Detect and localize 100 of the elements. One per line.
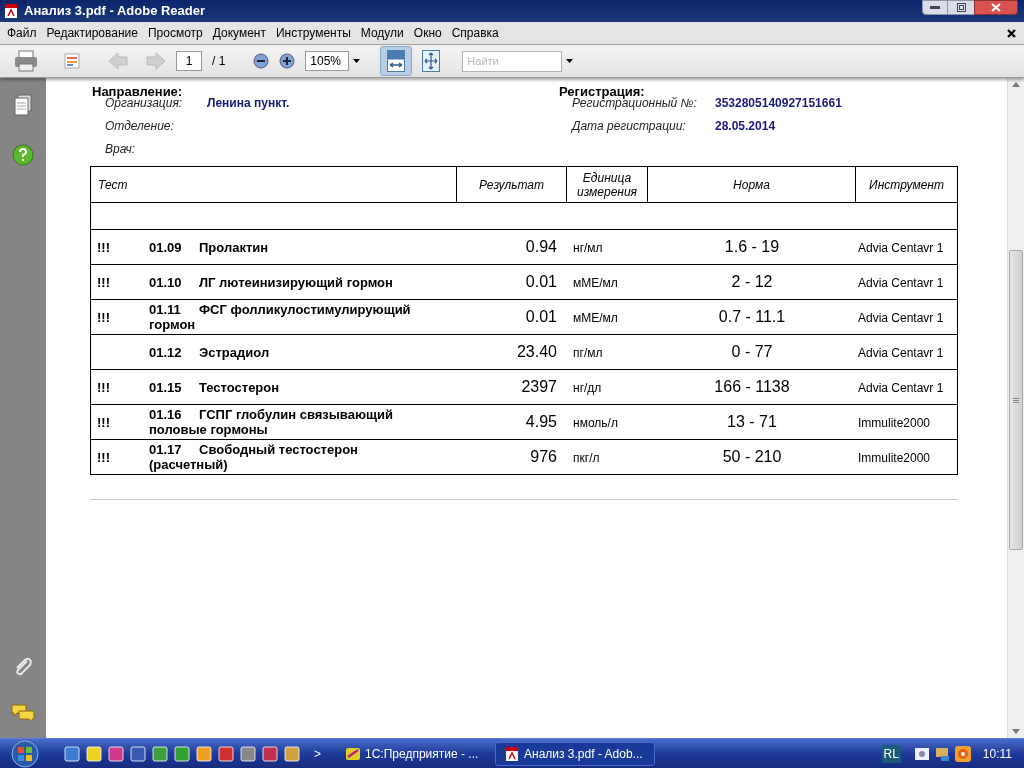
taskbar-button[interactable]: Анализ 3.pdf - Adob... (495, 741, 655, 766)
tray-computer-icon[interactable] (934, 746, 951, 761)
test-label: 01.16 ГСПГ глобулин связывающий половые гормоны (149, 407, 394, 437)
launcher-icon[interactable] (218, 745, 234, 762)
instrument-name: Immulite2000 (858, 451, 931, 465)
help-icon[interactable] (12, 144, 34, 166)
comments-icon[interactable] (11, 704, 35, 724)
launcher-icon[interactable] (174, 745, 190, 762)
norm-range: 2 - 12 (731, 273, 773, 290)
dropdown-icon[interactable] (566, 59, 574, 63)
scroll-down-icon[interactable] (1012, 729, 1020, 734)
close-icon (991, 3, 1001, 12)
print-icon[interactable] (14, 50, 38, 72)
tray-disc-icon[interactable] (954, 745, 971, 762)
minimize-button[interactable] (922, 0, 948, 15)
field-value: Ленина пункт. (207, 94, 290, 112)
close-icon[interactable] (1007, 28, 1016, 38)
scroll-up-icon[interactable] (1012, 82, 1020, 87)
launcher-icon[interactable] (284, 745, 300, 762)
launcher-icon[interactable] (130, 745, 146, 762)
form-icon[interactable] (64, 53, 80, 69)
launcher-icon[interactable] (262, 745, 278, 762)
more-button[interactable]: > (314, 744, 321, 763)
column-header[interactable]: Результат (478, 177, 545, 192)
scroll-thumb[interactable] (1009, 250, 1023, 550)
instrument-name: Advia Centavr 1 (858, 311, 944, 325)
scrollbar[interactable] (1007, 78, 1024, 738)
norm-range: 13 - 71 (727, 413, 777, 430)
result-value: 23.40 (516, 343, 557, 360)
unit-text: пкг/л (573, 451, 600, 465)
launcher-icon[interactable] (64, 745, 80, 762)
launcher-icon[interactable] (86, 745, 102, 762)
instrument-name: Advia Centavr 1 (858, 276, 944, 290)
menu-item[interactable]: Редактирование (41, 24, 143, 42)
test-label: 01.17 Свободный тестостерон (расчетный) (149, 442, 359, 472)
norm-range: 0.7 - 11.1 (718, 308, 786, 325)
pdf-icon (4, 3, 18, 19)
norm-range: 50 - 210 (722, 448, 782, 465)
instrument-name: Immulite2000 (858, 416, 931, 430)
column-header[interactable]: Тест (98, 177, 128, 192)
app-icon (345, 745, 361, 762)
menu-item[interactable]: Инструменты (271, 24, 356, 42)
menu-item[interactable]: Модули (355, 24, 409, 42)
test-label: 01.15 Тестостерон (149, 379, 281, 395)
unit-text: нмоль/л (573, 416, 618, 430)
fit-width-button[interactable] (380, 46, 413, 76)
test-label: 01.11 ФСГ фолликулостимулирующий гормон (149, 302, 412, 332)
norm-range: 1.6 - 19 (724, 238, 780, 255)
norm-range: 0 - 77 (731, 343, 773, 360)
instrument-name: Advia Centavr 1 (858, 381, 944, 395)
zoom-in-icon[interactable] (279, 53, 296, 69)
result-value: 976 (530, 448, 557, 465)
menu-item[interactable]: Справка (446, 24, 504, 42)
launcher-icon[interactable] (196, 745, 212, 762)
clock[interactable]: 10:11 (982, 744, 1012, 763)
close-button[interactable] (974, 0, 1018, 15)
section-heading: Регистрация: (559, 84, 645, 99)
menu-item[interactable]: Окно (408, 24, 447, 42)
launcher-icon[interactable] (152, 745, 168, 762)
language-indicator[interactable]: RL (881, 744, 901, 763)
unit-text: мМЕ/мл (573, 276, 618, 290)
launcher-icon[interactable] (108, 745, 124, 762)
field-value: 3532805140927151661 (715, 94, 842, 112)
search-field[interactable]: Найти (462, 50, 563, 72)
dropdown-icon (353, 59, 361, 63)
instrument-name: Advia Centavr 1 (858, 346, 944, 360)
start-button[interactable] (8, 739, 42, 768)
menu-item[interactable]: Файл (2, 24, 42, 42)
field-label: Отделение: (105, 117, 175, 135)
menu-item[interactable]: Документ (207, 24, 271, 42)
column-header[interactable]: Единица измерения (567, 170, 647, 199)
unit-text: нг/дл (573, 381, 602, 395)
page-number-field[interactable]: 1 (176, 51, 202, 71)
menu-item[interactable]: Просмотр (142, 24, 208, 42)
zoom-out-icon[interactable] (253, 53, 270, 69)
test-label: 01.10 ЛГ лютеинизирующий гормон (149, 274, 394, 290)
field-label: Врач: (105, 140, 137, 158)
column-header[interactable]: Инструмент (869, 177, 944, 192)
result-value: 0.94 (525, 238, 557, 255)
page-count: / 1 (212, 53, 226, 70)
tray-network-icon[interactable] (914, 747, 929, 760)
fit-page-icon[interactable] (422, 50, 441, 72)
field-value: 28.05.2014 (715, 117, 776, 135)
restore-button[interactable] (948, 0, 974, 15)
section-heading: Направление: (92, 84, 183, 99)
unit-text: пг/мл (573, 346, 603, 360)
window-title: Анализ 3.pdf - Adobe Reader (24, 2, 206, 21)
pages-icon[interactable] (14, 94, 32, 116)
warning-text: !!! (97, 450, 110, 465)
launcher-icon[interactable] (240, 745, 256, 762)
unit-text: нг/мл (573, 241, 603, 255)
warning-text: !!! (97, 380, 110, 395)
column-header[interactable]: Норма (733, 177, 770, 192)
norm-range: 166 - 1138 (714, 378, 790, 395)
test-label: 01.12 Эстрадиол (149, 344, 271, 360)
unit-text: мМЕ/мл (573, 311, 618, 325)
fit-width-icon (387, 50, 406, 72)
taskbar-button[interactable]: 1С:Предприятие - ... (337, 741, 489, 766)
warning-text: !!! (97, 415, 110, 430)
pdf-icon (504, 745, 520, 762)
